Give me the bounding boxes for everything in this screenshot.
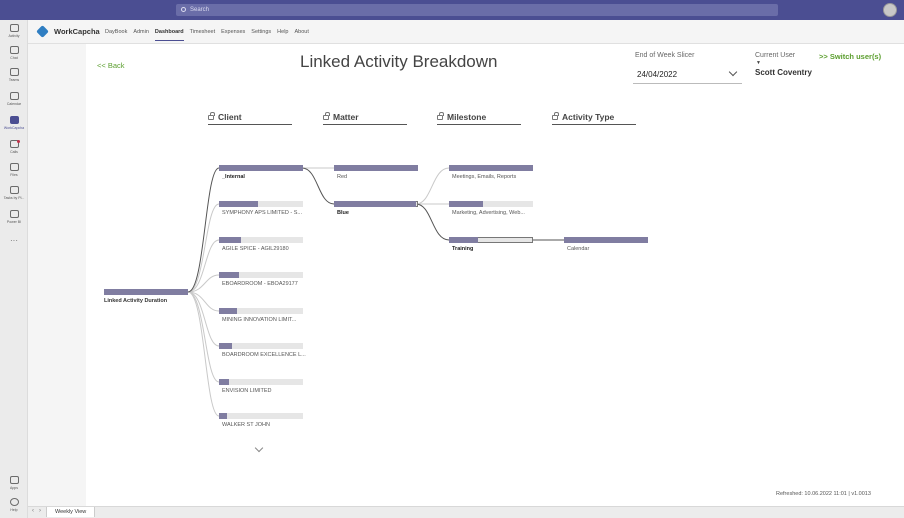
lock-icon	[437, 112, 444, 120]
teams-window: Search Activity Chat Teams Calendar Work…	[0, 0, 904, 518]
node-label: MINING INNOVATION LIMIT...	[222, 317, 297, 323]
connector	[187, 291, 220, 383]
level-header-activity-type[interactable]: Activity Type	[552, 112, 636, 125]
client-node[interactable]: SYMPHONY APS LIMITED - S...	[219, 201, 303, 223]
bar-track	[219, 343, 303, 349]
root-bar	[104, 289, 188, 295]
matter-node[interactable]: Blue	[334, 201, 418, 223]
lock-icon	[208, 112, 215, 120]
client-node[interactable]: AGILE SPICE - AGIL29180	[219, 237, 303, 259]
activity-type-node[interactable]: Calendar	[564, 237, 648, 259]
client-node[interactable]: WALKER ST JOHN	[219, 413, 303, 435]
level-label: Milestone	[447, 112, 487, 122]
bar-fill	[334, 165, 418, 171]
tree-connectors	[187, 167, 564, 417]
active-connector	[301, 167, 335, 205]
node-label: _Internal	[222, 174, 245, 180]
level-label: Activity Type	[562, 112, 615, 122]
node-label: Meetings, Emails, Reports	[452, 174, 517, 180]
bar-fill	[219, 308, 237, 314]
connector	[187, 203, 220, 293]
bar-fill	[564, 237, 648, 243]
bar-fill	[219, 379, 230, 385]
bar-track	[219, 413, 303, 419]
page-tab-bar: ‹ › Weekly View	[28, 506, 904, 518]
node-label: ENVISION LIMITED	[222, 388, 272, 394]
node-label: Calendar	[567, 246, 590, 252]
node-label: BOARDROOM EXCELLENCE L...	[222, 352, 306, 358]
bar-fill	[219, 343, 232, 349]
client-node[interactable]: MINING INNOVATION LIMIT...	[219, 308, 303, 330]
node-label: Marketing, Advertising, Web...	[452, 210, 525, 216]
chevron-right-icon[interactable]: ›	[39, 508, 41, 514]
level-header-milestone[interactable]: Milestone	[437, 112, 521, 125]
node-label: Blue	[337, 210, 349, 216]
client-node[interactable]: EBOARDROOM - EBOA29177	[219, 272, 303, 294]
bar-fill	[219, 272, 240, 278]
bar-fill	[449, 237, 478, 243]
lock-icon	[323, 112, 330, 120]
bar-fill	[219, 413, 227, 419]
chevron-left-icon[interactable]: ‹	[32, 508, 34, 514]
tab-weekly-view[interactable]: Weekly View	[46, 507, 96, 517]
bar-fill	[219, 237, 241, 243]
root-label: Linked Activity Duration	[104, 298, 168, 304]
client-node[interactable]: _Internal	[219, 165, 303, 187]
node-label: EBOARDROOM - EBOA29177	[222, 281, 298, 287]
level-header-client[interactable]: Client	[208, 112, 292, 125]
bar-fill	[334, 201, 417, 207]
client-node[interactable]: BOARDROOM EXCELLENCE L...	[219, 343, 306, 365]
node-label: Training	[452, 246, 474, 252]
bar-fill	[449, 165, 533, 171]
node-label: AGILE SPICE - AGIL29180	[222, 246, 289, 252]
client-node[interactable]: ENVISION LIMITED	[219, 379, 303, 401]
node-label: Red	[337, 174, 348, 180]
bar-fill	[449, 201, 484, 207]
bar-fill	[219, 201, 258, 207]
node-label: SYMPHONY APS LIMITED - S...	[222, 210, 302, 216]
milestone-node[interactable]: Training	[449, 237, 533, 259]
root-node[interactable]: Linked Activity Duration	[104, 289, 188, 309]
level-label: Client	[218, 112, 242, 122]
milestone-node[interactable]: Marketing, Advertising, Web...	[449, 201, 533, 223]
refreshed-timestamp: Refreshed: 10.06.2022 11:01 | v1.0013	[776, 491, 871, 497]
bar-fill	[219, 165, 303, 171]
active-connector	[187, 167, 220, 293]
level-header-matter[interactable]: Matter	[323, 112, 407, 125]
matter-node[interactable]: Red	[334, 165, 418, 187]
milestone-node[interactable]: Meetings, Emails, Reports	[449, 165, 533, 187]
lock-icon	[552, 112, 559, 120]
bar-track	[219, 379, 303, 385]
level-label: Matter	[333, 112, 359, 122]
node-label: WALKER ST JOHN	[222, 422, 270, 428]
